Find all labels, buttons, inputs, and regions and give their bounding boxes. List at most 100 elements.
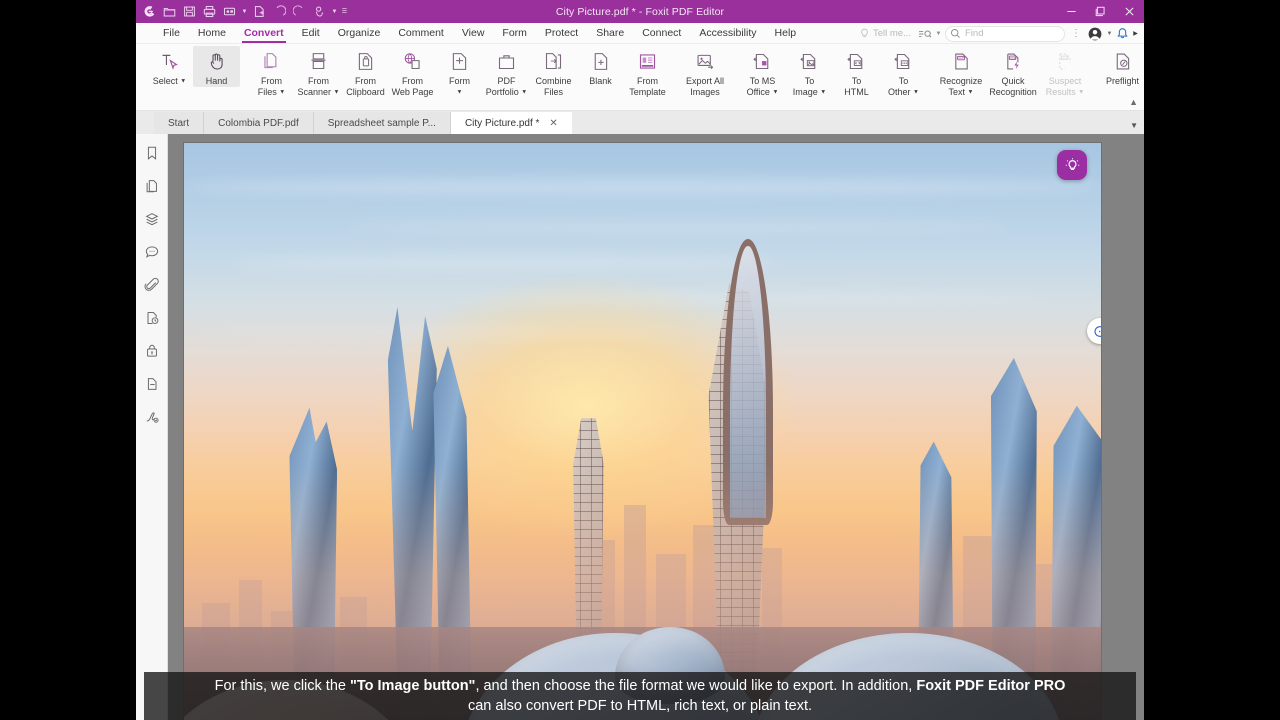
close-button[interactable] bbox=[1115, 0, 1144, 23]
menu-item-connect[interactable]: Connect bbox=[633, 23, 690, 44]
from-template-button[interactable]: From Template bbox=[624, 46, 671, 97]
export-all-images-label: Export All Images bbox=[685, 76, 725, 97]
preflight-button[interactable]: Preflight bbox=[1099, 46, 1144, 87]
menu-item-form[interactable]: Form bbox=[493, 23, 536, 44]
search-options-caret-icon[interactable]: ▼ bbox=[934, 24, 943, 43]
to-image-label: To Image ▼ bbox=[792, 76, 827, 97]
touch-mode-icon[interactable] bbox=[310, 2, 329, 21]
hand-button[interactable]: Hand bbox=[193, 46, 240, 87]
ribbon-group-create: From Files ▼ From Scanner ▼ From Clipboard bbox=[248, 44, 671, 104]
doc-tab-start[interactable]: Start bbox=[154, 112, 204, 134]
recognize-text-button[interactable]: OCR Recognize Text ▼ bbox=[935, 46, 987, 98]
bookmarks-icon[interactable] bbox=[141, 142, 163, 164]
menu-item-home[interactable]: Home bbox=[189, 23, 235, 44]
user-account-caret-icon[interactable]: ▼ bbox=[1105, 24, 1114, 43]
destinations-icon[interactable] bbox=[141, 373, 163, 395]
to-image-button[interactable]: To Image ▼ bbox=[786, 46, 833, 98]
export-pdf-icon[interactable] bbox=[250, 2, 269, 21]
digital-signature-icon[interactable] bbox=[141, 406, 163, 428]
from-files-label: From Files ▼ bbox=[257, 76, 286, 97]
attachments-icon[interactable] bbox=[141, 274, 163, 296]
ribbon-group-export: Export All Images bbox=[679, 44, 731, 104]
quick-recognition-button[interactable]: OCR Quick Recognition bbox=[987, 46, 1039, 97]
from-web-page-label: From Web Page bbox=[391, 76, 434, 97]
pdf-portfolio-button[interactable]: PDF Portfolio ▼ bbox=[483, 46, 530, 98]
export-all-images-button[interactable]: Export All Images bbox=[679, 46, 731, 97]
doc-tab-label: Colombia PDF.pdf bbox=[218, 117, 299, 129]
menu-item-protect[interactable]: Protect bbox=[536, 23, 587, 44]
user-account-icon[interactable] bbox=[1087, 26, 1103, 42]
combine-files-button[interactable]: Combine Files bbox=[530, 46, 577, 97]
security-icon[interactable] bbox=[141, 340, 163, 362]
menu-item-share[interactable]: Share bbox=[587, 23, 633, 44]
notifications-bell-icon[interactable] bbox=[1116, 27, 1129, 40]
touch-mode-dropdown-caret-icon[interactable]: ▼ bbox=[330, 2, 339, 21]
suspect-results-label: Suspect Results ▼ bbox=[1045, 76, 1085, 97]
foxit-pdf-editor-window: ▼ ▼ ☰ City Picture.pdf * - Foxit PDF Edi… bbox=[136, 0, 1144, 720]
document-view[interactable] bbox=[168, 134, 1144, 720]
menu-item-edit[interactable]: Edit bbox=[293, 23, 329, 44]
foxit-logo-icon[interactable] bbox=[140, 2, 159, 21]
cloud-band bbox=[184, 178, 1101, 195]
to-html-button[interactable]: To HTML bbox=[833, 46, 880, 97]
menu-item-file[interactable]: File bbox=[154, 23, 189, 44]
notifications-caret-icon[interactable]: ▶ bbox=[1131, 24, 1140, 43]
to-other-button[interactable]: To Other ▼ bbox=[880, 46, 927, 98]
search-options-icon[interactable] bbox=[918, 28, 932, 40]
screenshot-dropdown-caret-icon[interactable]: ▼ bbox=[240, 2, 249, 21]
from-scanner-button[interactable]: From Scanner ▼ bbox=[295, 46, 342, 98]
undo-icon[interactable] bbox=[270, 2, 289, 21]
suspect-results-button[interactable]: OCR Suspect Results ▼ bbox=[1039, 46, 1091, 98]
from-web-page-icon bbox=[402, 49, 423, 74]
minimize-button[interactable] bbox=[1057, 0, 1086, 23]
screenshot-icon[interactable] bbox=[220, 2, 239, 21]
ai-assistant-button[interactable] bbox=[1057, 150, 1087, 180]
layers-icon[interactable] bbox=[141, 208, 163, 230]
customize-qat-icon[interactable]: ☰ bbox=[340, 2, 349, 21]
from-clipboard-icon bbox=[355, 49, 376, 74]
preflight-label: Preflight bbox=[1105, 76, 1140, 86]
document-tab-bar: Start Colombia PDF.pdf Spreadsheet sampl… bbox=[136, 111, 1144, 134]
doc-tab-city-picture[interactable]: City Picture.pdf * ✕ bbox=[449, 112, 572, 134]
menu-item-help[interactable]: Help bbox=[766, 23, 806, 44]
more-options-icon[interactable]: ⋮ bbox=[1067, 28, 1085, 39]
redo-icon[interactable] bbox=[290, 2, 309, 21]
subtitle-line-2: can also convert PDF to HTML, rich text,… bbox=[467, 698, 813, 714]
stamps-icon[interactable] bbox=[141, 307, 163, 329]
save-icon[interactable] bbox=[180, 2, 199, 21]
menu-item-convert[interactable]: Convert bbox=[235, 23, 293, 44]
maximize-button[interactable] bbox=[1086, 0, 1115, 23]
print-icon[interactable] bbox=[200, 2, 219, 21]
pdf-page[interactable] bbox=[184, 143, 1101, 720]
form-icon bbox=[449, 49, 470, 74]
select-button[interactable]: Select ▼ bbox=[146, 46, 193, 87]
doc-tab-label: Spreadsheet sample P... bbox=[327, 117, 436, 129]
recognize-text-label: Recognize Text ▼ bbox=[939, 76, 983, 97]
form-button[interactable]: Form ▼ bbox=[436, 46, 483, 98]
menu-item-accessibility[interactable]: Accessibility bbox=[690, 23, 765, 44]
blank-page-button[interactable]: Blank bbox=[577, 46, 624, 87]
menu-item-organize[interactable]: Organize bbox=[329, 23, 390, 44]
collapse-ribbon-icon[interactable]: ▲ bbox=[1129, 97, 1138, 107]
to-html-icon bbox=[846, 49, 867, 74]
to-ms-office-button[interactable]: To MS Office ▼ bbox=[739, 46, 786, 98]
doc-tab-label: City Picture.pdf * bbox=[464, 117, 540, 129]
from-template-icon bbox=[637, 49, 658, 74]
close-tab-icon[interactable]: ✕ bbox=[549, 118, 557, 129]
comments-icon[interactable] bbox=[141, 241, 163, 263]
menu-item-comment[interactable]: Comment bbox=[389, 23, 453, 44]
to-ms-office-icon bbox=[752, 49, 773, 74]
title-bar: ▼ ▼ ☰ City Picture.pdf * - Foxit PDF Edi… bbox=[136, 0, 1144, 23]
from-files-button[interactable]: From Files ▼ bbox=[248, 46, 295, 98]
tab-list-caret-icon[interactable]: ▼ bbox=[1130, 121, 1138, 130]
pages-icon[interactable] bbox=[141, 175, 163, 197]
doc-tab-colombia-pdf[interactable]: Colombia PDF.pdf bbox=[203, 112, 313, 134]
form-label: Form ▼ bbox=[449, 76, 470, 95]
from-clipboard-button[interactable]: From Clipboard bbox=[342, 46, 389, 97]
doc-tab-spreadsheet-sample[interactable]: Spreadsheet sample P... bbox=[312, 112, 450, 134]
menu-item-view[interactable]: View bbox=[453, 23, 494, 44]
from-web-page-button[interactable]: From Web Page bbox=[389, 46, 436, 97]
tell-me-search[interactable]: Tell me... bbox=[856, 25, 916, 42]
find-input[interactable]: Find bbox=[945, 25, 1065, 42]
open-file-icon[interactable] bbox=[160, 2, 179, 21]
